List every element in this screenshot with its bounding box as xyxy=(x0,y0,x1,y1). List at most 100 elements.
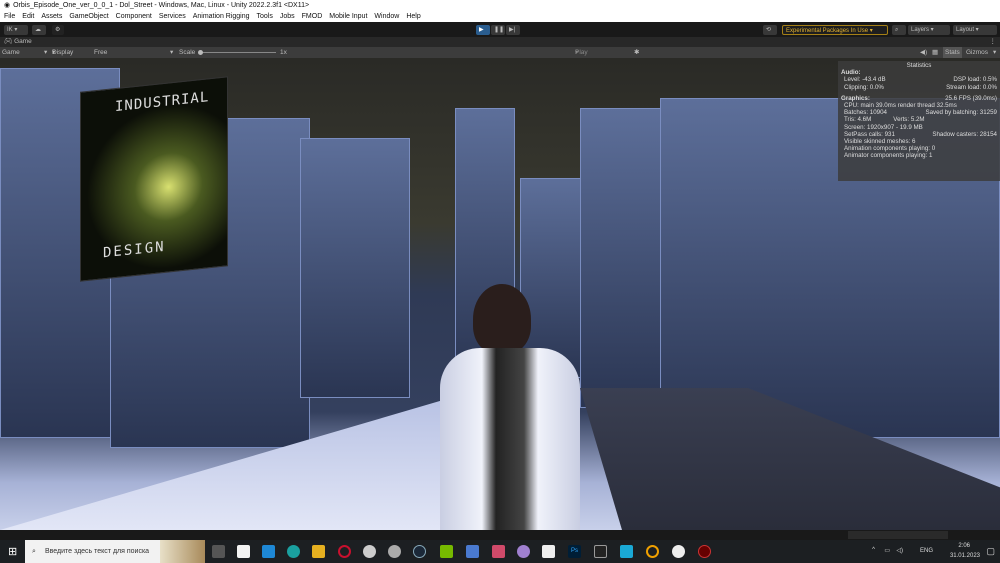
app-icon[interactable] xyxy=(620,545,633,558)
grid-icon[interactable]: ▦ xyxy=(932,47,938,58)
menu-fmod[interactable]: FMOD xyxy=(302,11,323,22)
chevron-down-icon[interactable]: ▾ xyxy=(993,47,996,58)
gamepad-icon: 🎮︎ xyxy=(4,38,13,45)
network-app-icon[interactable] xyxy=(466,545,479,558)
nvidia-icon[interactable] xyxy=(440,545,453,558)
clock-date[interactable]: 31.01.2023 xyxy=(950,553,980,559)
menu-jobs[interactable]: Jobs xyxy=(280,11,295,22)
gizmos-button[interactable]: Gizmos xyxy=(966,47,988,58)
layers-dropdown[interactable]: Layers ▾ xyxy=(908,25,950,35)
stats-skinned: Visible skinned meshes: 6 xyxy=(844,138,916,146)
search-placeholder: Введите здесь текст для поиска xyxy=(45,548,150,555)
scale-slider-handle[interactable] xyxy=(198,50,203,55)
window-title: Orbis_Episode_One_ver_0_0_1 - Dol_Street… xyxy=(13,2,310,9)
stats-clipping: Clipping: 0.0% xyxy=(844,83,884,91)
menu-services[interactable]: Services xyxy=(159,11,186,22)
tab-game[interactable]: Game xyxy=(14,38,32,45)
game-mode-label: Game xyxy=(2,49,20,56)
network-icon[interactable]: ▭ xyxy=(884,547,890,554)
file-explorer-icon[interactable] xyxy=(312,545,325,558)
menu-bar: File Edit Assets GameObject Component Se… xyxy=(0,11,1000,22)
scale-label: Scale xyxy=(179,49,196,56)
stats-dsp: DSP load: 0.5% xyxy=(953,76,997,84)
collab-icon[interactable]: ⚙ xyxy=(52,25,64,35)
notifications-icon[interactable]: ▢ xyxy=(986,546,995,557)
layout-dropdown[interactable]: Layout ▾ xyxy=(953,25,997,35)
windows-start-icon[interactable]: ⊞ xyxy=(8,545,17,558)
game-view[interactable]: INDUSTRIAL DESIGN Statistics Audio: Leve… xyxy=(0,58,1000,530)
store-icon[interactable] xyxy=(237,545,250,558)
chevron-up-icon[interactable]: ^ xyxy=(872,547,875,553)
stats-anim: Animation components playing: 0 xyxy=(844,145,936,153)
taskbar: ⊞ ⌕ Введите здесь текст для поиска Ps ^ … xyxy=(0,540,1000,563)
scale-value: 1x xyxy=(280,49,287,56)
menu-gameobject[interactable]: GameObject xyxy=(69,11,108,22)
unity-hub-icon[interactable] xyxy=(363,545,376,558)
experimental-packages-button[interactable]: Experimental Packages In Use ▾ xyxy=(782,25,888,35)
menu-window[interactable]: Window xyxy=(374,11,399,22)
chevron-down-icon: ▾ xyxy=(44,49,48,56)
billboard-top-text: INDUSTRIAL xyxy=(115,89,210,116)
stats-button[interactable]: Stats xyxy=(943,47,962,58)
menu-assets[interactable]: Assets xyxy=(41,11,62,22)
steam-icon[interactable] xyxy=(413,545,426,558)
bug-icon[interactable]: ✱ xyxy=(634,47,639,58)
stats-tris: Tris: 4.6M xyxy=(844,116,872,124)
layers-label: Layers xyxy=(911,27,930,33)
taskbar-search-input[interactable]: ⌕ Введите здесь текст для поиска xyxy=(25,540,205,563)
menu-animation-rigging[interactable]: Animation Rigging xyxy=(193,11,250,22)
account-dropdown[interactable]: IK ▾ xyxy=(4,25,28,35)
display-dropdown[interactable]: Display 1 ▾ xyxy=(52,47,73,67)
building xyxy=(300,138,410,398)
stats-graphics-heading: Graphics: xyxy=(841,94,870,102)
pause-button[interactable]: ❚❚ xyxy=(491,25,505,35)
title-bar: ◉ Orbis_Episode_One_ver_0_0_1 - Dol_Stre… xyxy=(0,0,1000,11)
rubik-icon[interactable] xyxy=(492,545,505,558)
progress-area xyxy=(848,531,948,539)
menu-mobile-input[interactable]: Mobile Input xyxy=(329,11,367,22)
step-button[interactable]: ▶| xyxy=(506,25,520,35)
more-options-icon[interactable]: ⋮ xyxy=(990,37,997,47)
app-icon[interactable] xyxy=(698,545,711,558)
audio-mute-icon[interactable]: ◀) xyxy=(920,47,927,58)
edge-icon[interactable] xyxy=(287,545,300,558)
opera-icon[interactable] xyxy=(338,545,351,558)
search-icon: ⌕ xyxy=(32,548,36,555)
main-toolbar: IK ▾ ☁ ⚙ ▶ ❚❚ ▶| ⟲ Experimental Packages… xyxy=(0,22,1000,37)
stats-fps: 25.6 FPS (39.0ms) xyxy=(945,94,997,102)
recorder-icon[interactable] xyxy=(646,545,659,558)
epic-games-icon[interactable] xyxy=(594,545,607,558)
daz-icon[interactable] xyxy=(542,545,555,558)
stats-level: Level: -43.4 dB xyxy=(844,76,886,84)
menu-edit[interactable]: Edit xyxy=(22,11,34,22)
menu-component[interactable]: Component xyxy=(116,11,152,22)
history-icon[interactable]: ⟲ xyxy=(763,25,777,35)
stats-shadow: Shadow casters: 28154 xyxy=(932,130,997,138)
game-controls-bar: Game ▾ Display 1 ▾ Free Aspect ▾ Scale 1… xyxy=(0,47,1000,67)
wordpress-icon[interactable] xyxy=(388,545,401,558)
stats-audio-heading: Audio: xyxy=(841,69,861,77)
chevron-down-icon: ▾ xyxy=(170,49,174,56)
billboard: INDUSTRIAL DESIGN xyxy=(80,76,228,282)
cloud-icon[interactable]: ☁ xyxy=(32,25,46,35)
stats-batches: Batches: 10904 xyxy=(844,109,888,117)
mail-icon[interactable] xyxy=(262,545,275,558)
search-icon[interactable]: ⌕ xyxy=(892,25,906,35)
menu-help[interactable]: Help xyxy=(406,11,420,22)
layout-label: Layout xyxy=(956,27,975,33)
unity-icon[interactable] xyxy=(672,545,685,558)
scale-slider[interactable] xyxy=(200,52,276,53)
billboard-bottom-text: DESIGN xyxy=(103,238,166,262)
status-bar xyxy=(0,530,1000,540)
volume-icon[interactable]: ◁) xyxy=(896,547,903,554)
clock-time[interactable]: 2:06 xyxy=(958,543,970,549)
task-view-icon[interactable] xyxy=(212,545,225,558)
photoshop-icon[interactable]: Ps xyxy=(568,545,581,558)
app-icon[interactable] xyxy=(517,545,530,558)
language-indicator[interactable]: ENG xyxy=(920,548,933,554)
stats-animator: Animator components playing: 1 xyxy=(844,152,933,160)
menu-file[interactable]: File xyxy=(4,11,15,22)
play-mode-dropdown[interactable]: Play Maximized ▾ xyxy=(575,47,606,67)
play-button[interactable]: ▶ xyxy=(476,25,490,35)
menu-tools[interactable]: Tools xyxy=(257,11,273,22)
